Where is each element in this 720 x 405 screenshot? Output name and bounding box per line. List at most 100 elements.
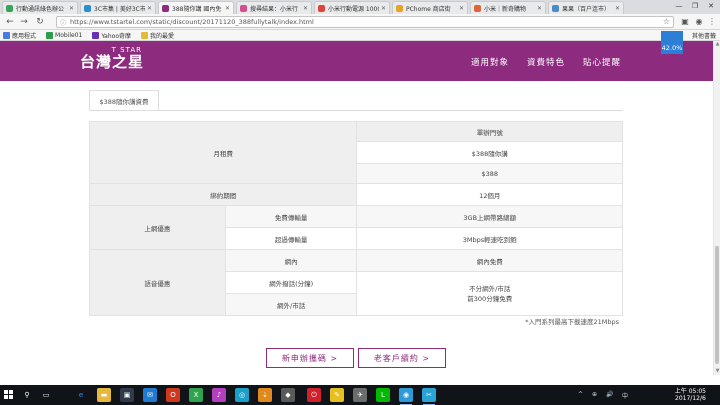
internet-label: 上網優惠 — [89, 205, 226, 250]
network-tool-icon[interactable]: ✈ — [353, 388, 367, 402]
file-explorer-icon[interactable]: ▬ — [97, 388, 111, 402]
tab-favicon-icon — [6, 4, 13, 12]
page-info-icon[interactable]: ⓘ — [60, 18, 66, 27]
windows-start-icon[interactable] — [4, 390, 14, 400]
browser-tab-strip: 行動通訊綠色辦公 ✕ 3C市集 | 美好3C市 ✕ 388隨你講 國內免 ✕ 搜… — [0, 0, 720, 14]
notes-icon[interactable]: ✎ — [330, 388, 344, 402]
messenger-icon[interactable]: ◎ — [235, 388, 249, 402]
address-bar[interactable]: ⓘ https://www.tstartel.com/static/discou… — [56, 16, 674, 28]
browser-tab-active[interactable]: 388隨你講 國內免 ✕ — [158, 1, 234, 14]
extension-icon[interactable]: ◉ — [694, 17, 704, 27]
landline-label: 網外/市話 — [224, 293, 358, 316]
tab-close-icon[interactable]: ✕ — [615, 5, 620, 12]
browser-tab[interactable]: 搜尋結果：小米行 ✕ — [236, 1, 312, 14]
voice-label: 語音優惠 — [89, 249, 226, 316]
tab-favicon-icon — [396, 4, 403, 12]
apps-grid-icon — [3, 31, 10, 39]
browser-tab[interactable]: 行動通訊綠色辦公 ✕ — [2, 1, 78, 14]
tab-favicon-icon — [474, 4, 481, 12]
bookmarks-bar: 應用程式 Mobile01 Yahoo奇摩 我的最愛 其他書籤 — [0, 30, 720, 41]
tab-close-icon[interactable]: ✕ — [69, 5, 74, 12]
tstar-logo[interactable]: T STAR 台灣之星 — [80, 46, 144, 70]
minimize-button[interactable]: — — [672, 1, 686, 12]
tab-favicon-icon — [552, 4, 559, 12]
line-icon[interactable]: L — [376, 388, 390, 402]
back-arrow-icon[interactable]: ← — [4, 16, 16, 28]
reload-icon[interactable]: ↻ — [34, 16, 46, 28]
plan-name-cell: $388隨你講 — [356, 141, 623, 164]
scroll-up-icon[interactable]: ▲ — [714, 41, 720, 48]
tab-close-icon[interactable]: ✕ — [381, 5, 386, 12]
excess-data-value: 3Mbps輕速吃到飽 — [356, 227, 623, 250]
menu-icon[interactable]: ⋮ — [707, 17, 717, 27]
nav-rate-features[interactable]: 資費特色 — [527, 56, 565, 68]
tab-favicon-icon — [318, 4, 325, 12]
tab-close-icon[interactable]: ✕ — [303, 5, 308, 12]
volume-icon[interactable]: 🔊 — [606, 391, 613, 398]
existing-customer-button[interactable]: 老客戶續約 > — [358, 348, 446, 368]
contract-value: 12個月 — [356, 183, 623, 206]
site-header: T STAR 台灣之星 適用對象 資費特色 貼心提醒 — [0, 41, 713, 81]
chrome-icon[interactable]: ◉ — [399, 388, 413, 405]
new-applicant-button[interactable]: 新申辦攜碼 > — [266, 348, 354, 368]
tray-expand-icon[interactable]: ^ — [578, 391, 583, 398]
url-text[interactable]: https://www.tstartel.com/static/discount… — [70, 18, 314, 26]
monthly-fee-label: 月租費 — [88, 121, 358, 184]
other-bookmarks[interactable]: 其他書籤 — [692, 31, 716, 40]
contract-label: 綁約期間 — [88, 183, 358, 206]
yahoo-favicon-icon — [92, 31, 100, 39]
plan-tab[interactable]: $388隨你講資費 — [89, 90, 159, 110]
downloader-icon[interactable]: ⇣ — [258, 388, 272, 402]
office-icon[interactable]: O — [166, 388, 180, 402]
tab-favicon-icon — [162, 4, 169, 12]
edge-icon[interactable]: e — [74, 388, 88, 402]
network-icon[interactable]: ⊕ — [592, 391, 597, 398]
scroll-thumb[interactable] — [715, 246, 719, 364]
taskbar-clock[interactable]: 上午 05:05 2017/12/6 — [675, 388, 706, 402]
tab-close-icon[interactable]: ✕ — [225, 5, 230, 12]
tool-icon[interactable]: ◆ — [281, 388, 295, 402]
browser-toolbar: ← → ↻ ⓘ https://www.tstartel.com/static/… — [0, 14, 720, 30]
bookmark-apps[interactable]: 應用程式 — [3, 31, 36, 40]
browser-tab[interactable]: 3C市集 | 美好3C市 ✕ — [80, 1, 156, 14]
tab-favicon-icon — [240, 4, 247, 12]
tab-divider — [89, 110, 623, 111]
store-icon[interactable]: ▣ — [120, 388, 134, 402]
on-net-label: 網內 — [224, 249, 358, 272]
nav-reminders[interactable]: 貼心提醒 — [583, 56, 621, 68]
plan-price-cell: $388 — [356, 163, 623, 184]
page-scrollbar[interactable]: ▲ ▼ — [713, 41, 720, 375]
bookmark-mobile01[interactable]: Mobile01 — [46, 31, 82, 39]
restore-button[interactable]: ❐ — [688, 1, 702, 12]
free-data-value: 3GB上網帶路總額 — [356, 205, 623, 228]
search-icon[interactable]: ⚲ — [20, 388, 34, 402]
windows-taskbar: ⚲ ▭ e ▬ ▣ ✉ O X ♪ ◎ ⇣ ◆ ⏻ ✎ ✈ L ◉ ✂ ^ ⊕ … — [0, 385, 720, 405]
extension-popup-badge[interactable]: 42.0% — [661, 31, 683, 54]
ime-indicator[interactable]: 中 — [622, 391, 628, 400]
nav-target-audience[interactable]: 適用對象 — [471, 56, 509, 68]
off-net-value: 不分網外/市話 前300分鐘免費 — [356, 271, 623, 316]
folder-icon — [141, 31, 149, 39]
spreadsheet-icon[interactable]: X — [189, 388, 203, 402]
bookmark-favorites[interactable]: 我的最愛 — [141, 31, 174, 40]
task-view-icon[interactable]: ▭ — [39, 388, 53, 402]
close-window-button[interactable]: ✕ — [704, 1, 718, 12]
mail-icon[interactable]: ✉ — [143, 388, 157, 402]
tab-close-icon[interactable]: ✕ — [537, 5, 542, 12]
extension-icon[interactable]: ▣ — [680, 17, 690, 27]
tab-close-icon[interactable]: ✕ — [459, 5, 464, 12]
bookmark-yahoo[interactable]: Yahoo奇摩 — [92, 31, 131, 40]
browser-tab[interactable]: 小米｜新奇購物 ✕ — [470, 1, 546, 14]
mobile01-favicon-icon — [46, 31, 54, 39]
media-icon[interactable]: ♪ — [212, 388, 226, 402]
browser-tab[interactable]: 果果（百户连市） ✕ — [548, 1, 624, 14]
browser-tab[interactable]: PChome 商店街 ✕ — [392, 1, 468, 14]
site-nav: 適用對象 資費特色 貼心提醒 — [453, 56, 621, 68]
browser-tab[interactable]: 小米行動電源 10000 ✕ — [314, 1, 390, 14]
snipping-tool-icon[interactable]: ✂ — [422, 388, 436, 405]
bookmark-star-icon[interactable]: ☆ — [663, 17, 670, 27]
forward-arrow-icon[interactable]: → — [18, 16, 30, 28]
scroll-down-icon[interactable]: ▼ — [714, 368, 720, 375]
tab-close-icon[interactable]: ✕ — [147, 5, 152, 12]
power-icon[interactable]: ⏻ — [307, 388, 321, 402]
